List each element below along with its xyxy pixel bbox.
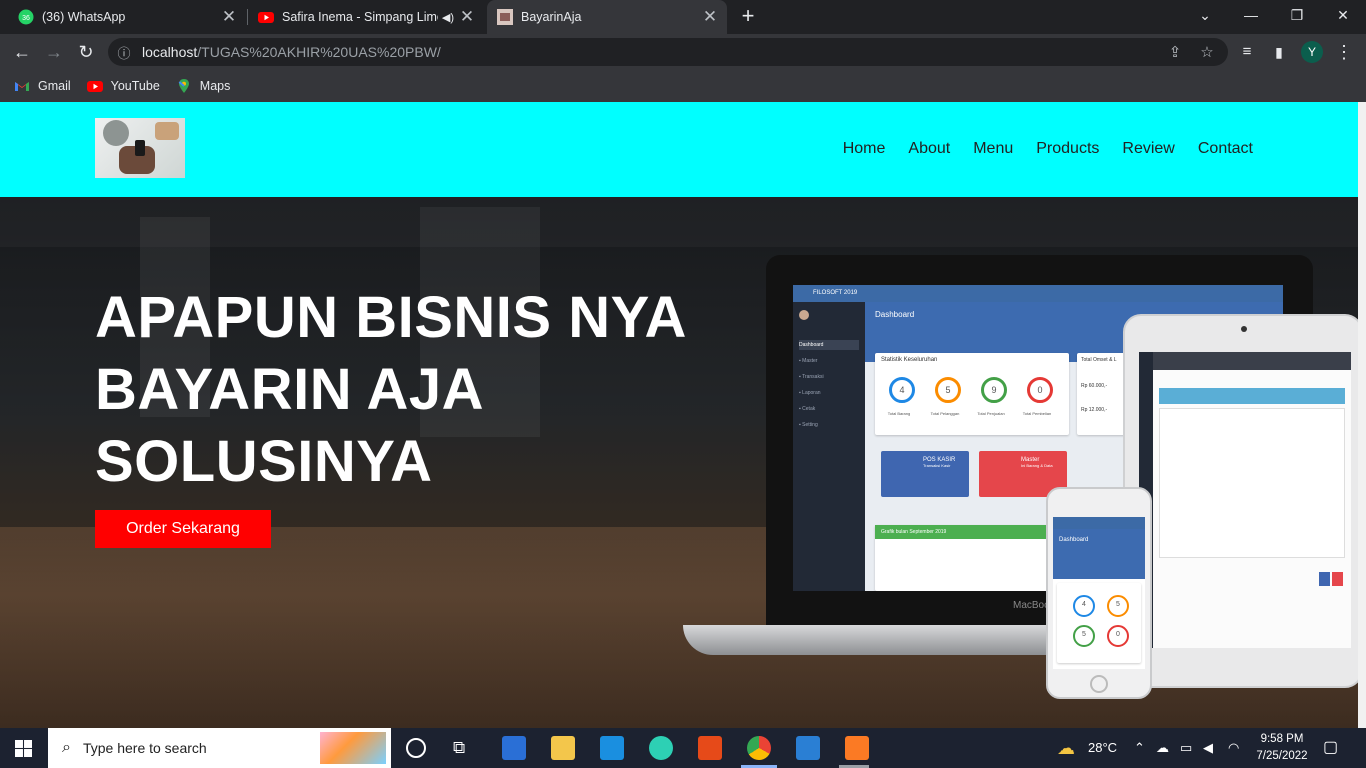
stat-circle: 4	[889, 377, 915, 403]
windows-start-icon[interactable]	[15, 740, 32, 757]
bookmarks-bar: Gmail YouTube Maps	[0, 70, 1366, 102]
vscode-icon[interactable]	[796, 736, 820, 760]
mockup-sidebar-item: Dashboard	[799, 340, 859, 350]
tablet-mockup	[1123, 314, 1358, 688]
phone-mockup: Dashboard 4 5 5 0	[1046, 487, 1152, 699]
hero-section: APAPUN BISNIS NYA BAYARIN AJA SOLUSINYA …	[0, 197, 1358, 728]
reload-icon[interactable]: ↻	[72, 38, 100, 66]
stat-circle: 9	[981, 377, 1007, 403]
maps-icon	[178, 79, 189, 93]
tab-title: (36) WhatsApp	[42, 10, 126, 24]
edge-icon[interactable]	[649, 736, 673, 760]
file-explorer-icon[interactable]	[551, 736, 575, 760]
taskbar-clock[interactable]: 9:58 PM 7/25/2022	[1251, 731, 1313, 765]
bookmark-star-icon[interactable]: ☆	[1198, 44, 1216, 62]
nav-review[interactable]: Review	[1122, 140, 1174, 158]
close-window-button[interactable]: ✕	[1320, 0, 1366, 30]
site-info-icon[interactable]: ⓘ	[110, 43, 138, 62]
site-logo[interactable]	[95, 118, 185, 178]
nav-menu[interactable]: Menu	[973, 140, 1013, 158]
svg-text:36: 36	[22, 15, 30, 22]
close-icon[interactable]: ✕	[220, 7, 238, 27]
task-view-icon[interactable]: ⧉	[453, 738, 465, 758]
onedrive-icon[interactable]: ☁	[1156, 728, 1169, 768]
search-highlight-art	[320, 732, 386, 764]
youtube-icon	[86, 81, 103, 92]
nav-contact[interactable]: Contact	[1198, 140, 1253, 158]
mockup-sidebar-item: ▪ Setting	[799, 422, 818, 428]
tab-title: BayarinAja	[521, 10, 582, 24]
order-now-button[interactable]: Order Sekarang	[95, 510, 271, 548]
tab-youtube[interactable]: Safira Inema - Simpang Limo ◀) ✕	[248, 0, 484, 34]
tab-bayarinaja[interactable]: BayarinAja ✕	[487, 0, 727, 34]
nav-products[interactable]: Products	[1036, 140, 1099, 158]
site-icon	[497, 9, 513, 25]
stat-circle: 5	[935, 377, 961, 403]
weather-icon[interactable]: ☁	[1057, 728, 1075, 768]
restore-button[interactable]: ❐	[1274, 0, 1320, 30]
cortana-icon[interactable]	[406, 738, 426, 758]
share-icon[interactable]: ⇪	[1166, 44, 1184, 62]
phone-home-button	[1090, 675, 1108, 693]
speaker-icon[interactable]: ◀)	[442, 11, 454, 24]
address-bar[interactable]: ⓘ localhost/TUGAS%20AKHIR%20UAS%20PBW/ ⇪…	[108, 38, 1228, 66]
minimize-button[interactable]: —	[1228, 0, 1274, 30]
chrome-icon[interactable]	[747, 736, 771, 760]
close-icon[interactable]: ✕	[701, 7, 719, 27]
nav-about[interactable]: About	[908, 140, 950, 158]
store-icon[interactable]	[502, 736, 526, 760]
forward-icon[interactable]: →	[40, 38, 68, 66]
weather-temp[interactable]: 28°C	[1088, 728, 1117, 768]
mockup-sidebar-item: ▪ Cetak	[799, 406, 816, 412]
page-viewport: Home About Menu Products Review Contact …	[0, 102, 1366, 728]
url-text[interactable]: localhost/TUGAS%20AKHIR%20UAS%20PBW/	[142, 44, 441, 60]
close-icon[interactable]: ✕	[458, 7, 476, 27]
tab-title: Safira Inema - Simpang Limo	[282, 10, 438, 24]
back-icon[interactable]: ←	[8, 38, 36, 66]
mail-icon[interactable]	[600, 736, 624, 760]
nav-home[interactable]: Home	[843, 140, 886, 158]
mockup-sidebar-item: ▪ Master	[799, 358, 818, 364]
mockup-topbar: FILOSOFT 2019	[793, 285, 1283, 302]
mockup-sidebar: Dashboard ▪ Master ▪ Transaksi ▪ Laporan…	[793, 302, 865, 591]
browser-tab-strip: 36 (36) WhatsApp ✕ Safira Inema - Simpan…	[0, 0, 1366, 34]
browser-toolbar: ← → ↻ ⓘ localhost/TUGAS%20AKHIR%20UAS%20…	[0, 34, 1366, 70]
tablet-screen	[1139, 352, 1351, 648]
windows-taskbar: ⌕ Type here to search ⧉ ☁ 28°C ⌃ ☁ ▭ ◀ ◠…	[0, 728, 1366, 768]
xampp-icon[interactable]	[845, 736, 869, 760]
phone-screen: Dashboard 4 5 5 0	[1053, 517, 1145, 669]
mockup-sidebar-item: ▪ Laporan	[799, 390, 821, 396]
page-scrollbar[interactable]	[1358, 102, 1366, 728]
tray-overflow-icon[interactable]: ⌃	[1134, 728, 1145, 768]
profile-avatar[interactable]: Y	[1301, 41, 1323, 63]
bookmark-youtube[interactable]: YouTube	[86, 78, 160, 94]
bookmark-gmail[interactable]: Gmail	[14, 78, 71, 94]
hero-headline: APAPUN BISNIS NYA BAYARIN AJA SOLUSINYA	[95, 285, 687, 494]
taskbar-search-box[interactable]: ⌕ Type here to search	[48, 728, 391, 768]
mockup-pos-tile: POS KASIR Transaksi Kasir	[881, 451, 969, 497]
battery-icon[interactable]: ▭	[1180, 728, 1192, 768]
phone-stats-card: 4 5 5 0	[1057, 583, 1141, 663]
tab-whatsapp[interactable]: 36 (36) WhatsApp ✕	[0, 0, 246, 34]
reading-list-icon[interactable]: ≡	[1233, 38, 1261, 66]
tab-search-icon[interactable]: ⌄	[1182, 0, 1228, 30]
wifi-icon[interactable]: ◠	[1228, 728, 1239, 768]
new-tab-button[interactable]: +	[736, 5, 760, 29]
search-icon: ⌕	[62, 739, 71, 756]
mockup-sidebar-item: ▪ Transaksi	[799, 374, 824, 380]
mockup-stats-card: Statistik Keseluruhan 4 5 9 0 Total Bara…	[875, 353, 1069, 435]
office-icon[interactable]	[698, 736, 722, 760]
bookmark-maps[interactable]: Maps	[176, 78, 230, 94]
gmail-icon	[15, 82, 29, 91]
site-header: Home About Menu Products Review Contact	[0, 102, 1358, 197]
side-panel-icon[interactable]: ▮	[1265, 38, 1293, 66]
whatsapp-icon: 36	[18, 9, 34, 25]
volume-icon[interactable]: ◀	[1203, 728, 1213, 768]
main-nav: Home About Menu Products Review Contact	[843, 140, 1253, 158]
menu-kebab-icon[interactable]: ⋮	[1330, 38, 1358, 66]
youtube-icon	[258, 12, 274, 23]
notifications-icon[interactable]: ▢	[1323, 728, 1338, 768]
stat-circle: 0	[1027, 377, 1053, 403]
